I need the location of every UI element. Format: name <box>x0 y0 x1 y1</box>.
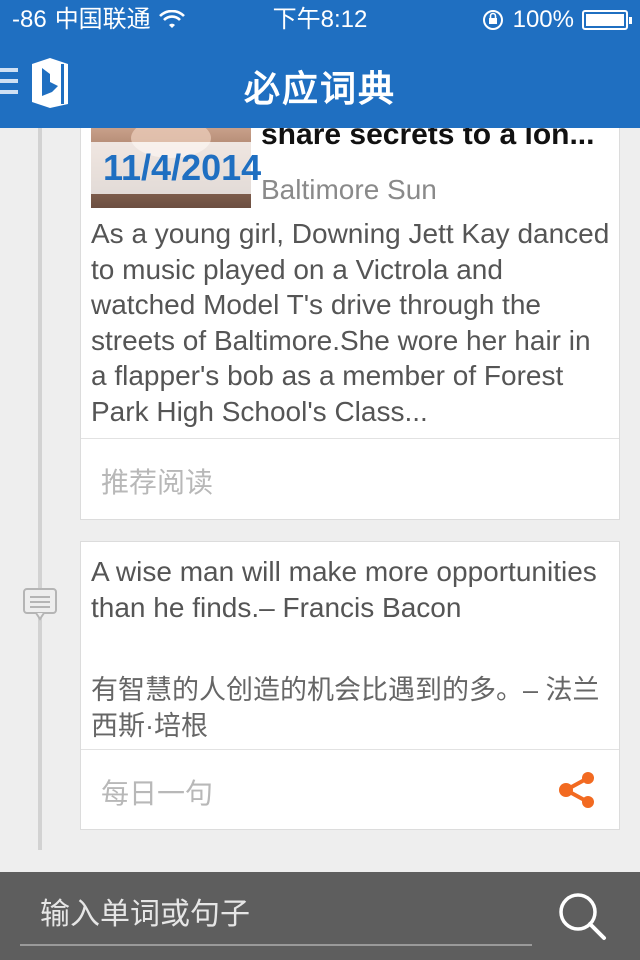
status-bar: -86 中国联通 下午8:12 100% <box>0 0 640 40</box>
news-source: Baltimore Sun <box>261 174 437 205</box>
news-card[interactable]: 11/4/2014 share secrets to a lon... Balt… <box>80 120 620 520</box>
recommended-reading-label: 推荐阅读 <box>101 467 214 498</box>
search-input[interactable] <box>20 884 532 946</box>
rotation-lock-icon <box>482 10 503 30</box>
share-icon[interactable] <box>557 770 597 810</box>
news-summary: As a young girl, Downing Jett Kay danced… <box>91 218 610 427</box>
daily-sentence-label: 每日一句 <box>101 778 214 809</box>
battery-percent: 100% <box>512 6 574 33</box>
daily-sentence-card[interactable]: A wise man will make more opportunities … <box>80 541 620 830</box>
app-bar: 必应词典 <box>0 40 640 128</box>
timeline-line <box>38 128 42 850</box>
top-bar: -86 中国联通 下午8:12 100% 必应词典 <box>0 0 640 128</box>
daily-sentence-footer: 每日一句 <box>81 749 619 829</box>
search-bar <box>0 872 640 960</box>
daily-sentence-english: A wise man will make more opportunities … <box>91 556 597 623</box>
comment-icon <box>23 588 57 621</box>
daily-sentence-chinese: 有智慧的人创造的机会比遇到的多。– 法兰西斯·培根 <box>91 675 600 741</box>
battery-icon <box>582 10 632 30</box>
search-icon[interactable] <box>556 890 608 942</box>
news-card-footer[interactable]: 推荐阅读 <box>81 438 619 518</box>
app-title: 必应词典 <box>243 68 396 109</box>
